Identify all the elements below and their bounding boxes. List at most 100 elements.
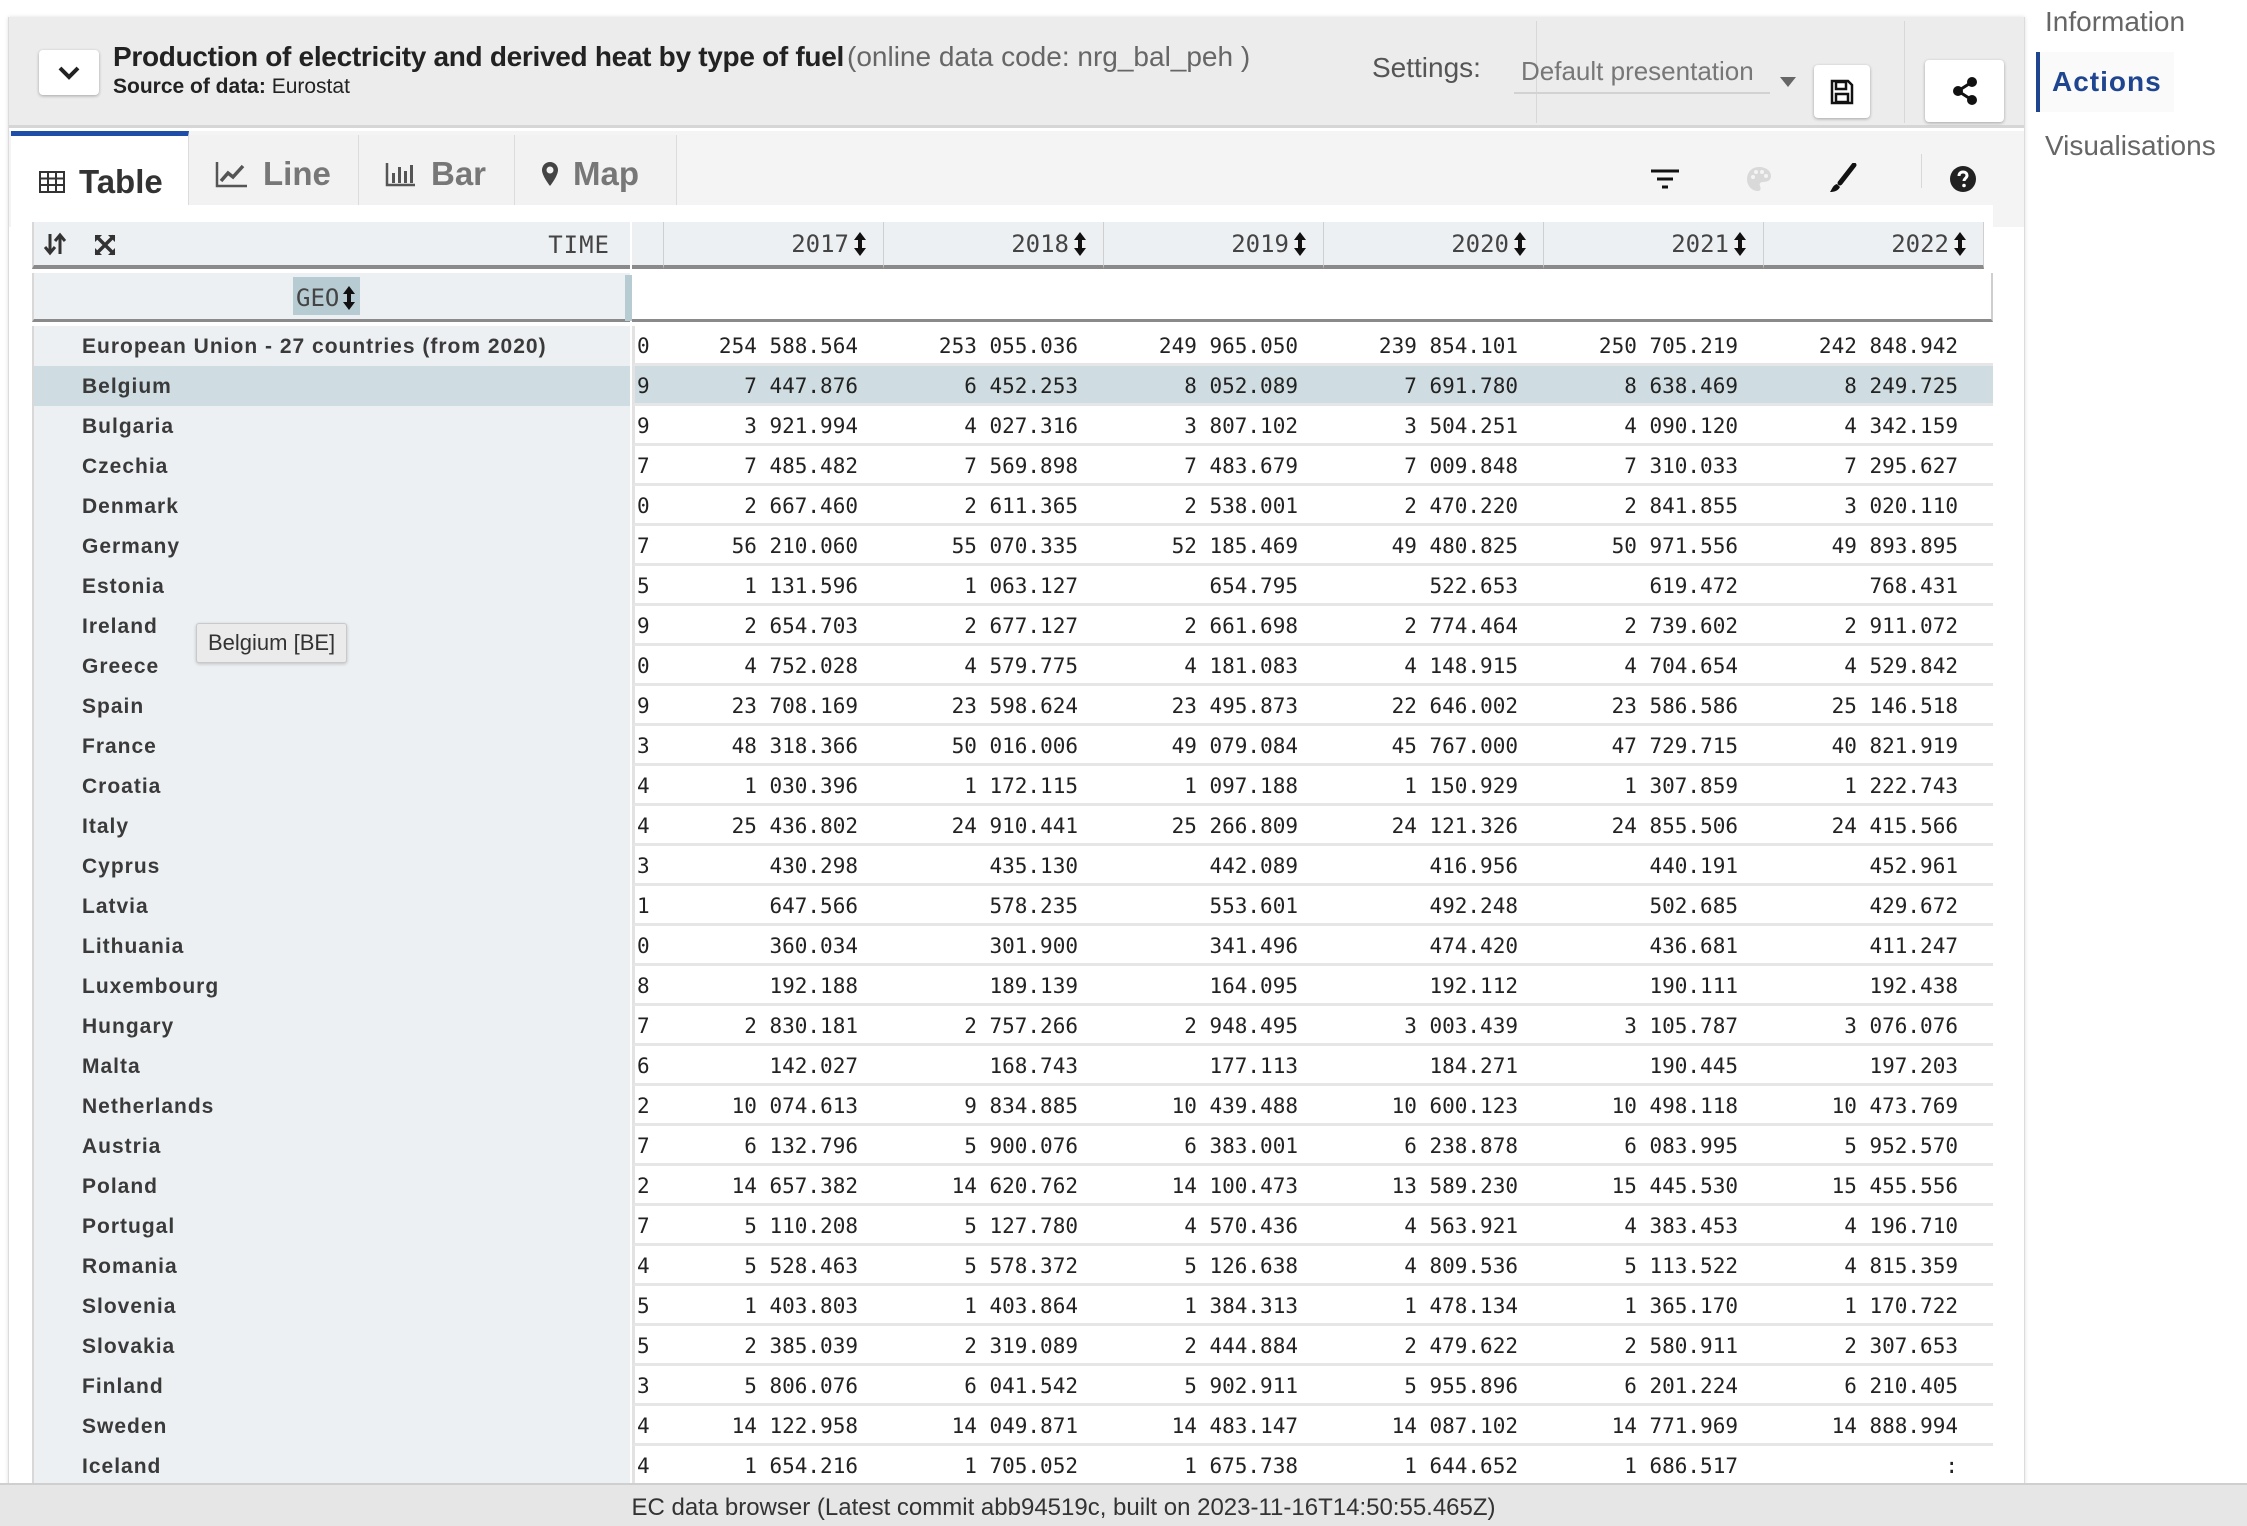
- column-header-year[interactable]: 2021: [1544, 222, 1764, 269]
- table-cell: 1 478.134: [1404, 1294, 1518, 1318]
- row-geo-label[interactable]: Belgium: [32, 366, 630, 406]
- table-row[interactable]: Luxembourg 8 192.188 189.139 164.095 192.112 1…: [32, 966, 1993, 1006]
- column-resize-handle[interactable]: [625, 275, 632, 321]
- row-geo-label[interactable]: Spain: [32, 686, 630, 726]
- row-geo-label[interactable]: Netherlands: [32, 1086, 630, 1126]
- collapse-button[interactable]: [39, 50, 99, 95]
- row-geo-label[interactable]: Finland: [32, 1366, 630, 1406]
- table-cell: 5 900.076: [964, 1134, 1078, 1158]
- partial-cell: 2: [632, 1086, 664, 1126]
- tab-line[interactable]: Line: [189, 135, 359, 213]
- table-row[interactable]: Portugal 7 5 110.208 5 127.780 4 570.436 4 56…: [32, 1206, 1993, 1246]
- table-row[interactable]: Finland 3 5 806.076 6 041.542 5 902.911 5 955…: [32, 1366, 1993, 1406]
- row-geo-label[interactable]: European Union - 27 countries (from 2020…: [32, 326, 630, 366]
- table-row[interactable]: Belgium 9 7 447.876 6 452.253 8 052.089 7 691…: [32, 366, 1993, 406]
- table-row[interactable]: Malta 6 142.027 168.743 177.113 184.271 190.44…: [32, 1046, 1993, 1086]
- table-cell: 3 807.102: [1184, 414, 1298, 438]
- table-row[interactable]: Austria 7 6 132.796 5 900.076 6 383.001 6 238…: [32, 1126, 1993, 1166]
- tab-label: Table: [79, 162, 163, 200]
- table-cell: 4 563.921: [1404, 1214, 1518, 1238]
- table-row[interactable]: Italy 4 25 436.802 24 910.441 25 266.809 24 1…: [32, 806, 1993, 846]
- table-cell: 9 834.885: [964, 1094, 1078, 1118]
- column-header-year[interactable]: 2020: [1324, 222, 1544, 269]
- row-geo-label[interactable]: Sweden: [32, 1406, 630, 1446]
- table-cell: 239 854.101: [1378, 334, 1518, 358]
- row-geo-label[interactable]: Slovenia: [32, 1286, 630, 1326]
- table-row[interactable]: Estonia 5 1 131.596 1 063.127 654.795 522.653…: [32, 566, 1993, 606]
- nav-actions[interactable]: Actions: [2036, 52, 2174, 112]
- table-row[interactable]: Lithuania 0 360.034 301.900 341.496 474.420 43…: [32, 926, 1993, 966]
- row-geo-label[interactable]: Romania: [32, 1246, 630, 1286]
- row-geo-label[interactable]: Czechia: [32, 446, 630, 486]
- row-geo-label[interactable]: Malta: [32, 1046, 630, 1086]
- row-geo-label[interactable]: Slovakia: [32, 1326, 630, 1366]
- settings-select[interactable]: Default presentation: [1514, 50, 1770, 94]
- row-geo-label[interactable]: Estonia: [32, 566, 630, 606]
- table-row[interactable]: Denmark 0 2 667.460 2 611.365 2 538.001 2 470…: [32, 486, 1993, 526]
- row-geo-label[interactable]: Austria: [32, 1126, 630, 1166]
- geo-sort-button[interactable]: GEO: [293, 277, 361, 315]
- table-cell: 2 667.460: [744, 494, 858, 518]
- table-cell: 578.235: [989, 894, 1078, 918]
- tab-bar[interactable]: Bar: [359, 135, 515, 213]
- table-row[interactable]: Netherlands 2 10 074.613 9 834.885 10 439.48…: [32, 1086, 1993, 1126]
- partial-cell: 4: [632, 1446, 664, 1486]
- row-geo-label[interactable]: Latvia: [32, 886, 630, 926]
- table-row[interactable]: Latvia 1 647.566 578.235 553.601 492.248 502.6…: [32, 886, 1993, 926]
- dropdown-arrow-icon[interactable]: [1780, 77, 1796, 87]
- row-geo-label[interactable]: France: [32, 726, 630, 766]
- table-cell: 522.653: [1429, 574, 1518, 598]
- table-row[interactable]: Bulgaria 9 3 921.994 4 027.316 3 807.102 3 50…: [32, 406, 1993, 446]
- table-cell: 197.203: [1869, 1054, 1958, 1078]
- table-row[interactable]: Poland 2 14 657.382 14 620.762 14 100.473 13 …: [32, 1166, 1993, 1206]
- row-geo-label[interactable]: Germany: [32, 526, 630, 566]
- table-row[interactable]: Cyprus 3 430.298 435.130 442.089 416.956 440.1…: [32, 846, 1993, 886]
- table-row[interactable]: Slovakia 5 2 385.039 2 319.089 2 444.884 2 47…: [32, 1326, 1993, 1366]
- row-geo-label[interactable]: Italy: [32, 806, 630, 846]
- table-row[interactable]: Romania 4 5 528.463 5 578.372 5 126.638 4 809…: [32, 1246, 1993, 1286]
- row-geo-label[interactable]: Bulgaria: [32, 406, 630, 446]
- table-cell: 1 403.864: [964, 1294, 1078, 1318]
- swap-axes-button[interactable]: [43, 232, 67, 261]
- tab-map[interactable]: Map: [515, 135, 677, 213]
- help-button[interactable]: [1945, 161, 1981, 197]
- row-geo-label[interactable]: Croatia: [32, 766, 630, 806]
- table-cell: 23 586.586: [1611, 694, 1738, 718]
- expand-button[interactable]: [94, 234, 116, 261]
- row-geo-label[interactable]: Cyprus: [32, 846, 630, 886]
- share-button[interactable]: [1925, 60, 2004, 122]
- partial-cell: 7: [632, 1126, 664, 1166]
- row-geo-label[interactable]: Lithuania: [32, 926, 630, 966]
- nav-visualisations[interactable]: Visualisations: [2045, 130, 2216, 162]
- row-geo-label[interactable]: Poland: [32, 1166, 630, 1206]
- style-button[interactable]: [1824, 161, 1860, 197]
- row-geo-label[interactable]: Hungary: [32, 1006, 630, 1046]
- column-header-year[interactable]: 2019: [1104, 222, 1324, 269]
- column-header-year[interactable]: 2018: [884, 222, 1104, 269]
- row-cells: 6 132.796 5 900.076 6 383.001 6 238.878 6 08…: [664, 1126, 1993, 1166]
- row-geo-label[interactable]: Denmark: [32, 486, 630, 526]
- column-header-label: 2021: [1671, 229, 1729, 258]
- table-row[interactable]: Germany 7 56 210.060 55 070.335 52 185.469 49…: [32, 526, 1993, 566]
- nav-information[interactable]: Information: [2045, 6, 2185, 38]
- table-row[interactable]: Sweden 4 14 122.958 14 049.871 14 483.147 14 …: [32, 1406, 1993, 1446]
- partial-cell: 7: [632, 1206, 664, 1246]
- table-cell: 7 569.898: [964, 454, 1078, 478]
- table-row[interactable]: Croatia 4 1 030.396 1 172.115 1 097.188 1 150…: [32, 766, 1993, 806]
- table-row[interactable]: France 3 48 318.366 50 016.006 49 079.084 45 …: [32, 726, 1993, 766]
- table-row[interactable]: Slovenia 5 1 403.803 1 403.864 1 384.313 1 47…: [32, 1286, 1993, 1326]
- table-row[interactable]: Iceland 4 1 654.216 1 705.052 1 675.738 1 644…: [32, 1446, 1993, 1486]
- save-settings-button[interactable]: [1814, 65, 1870, 118]
- row-geo-label[interactable]: Iceland: [32, 1446, 630, 1486]
- table-row[interactable]: Hungary 7 2 830.181 2 757.266 2 948.495 3 003…: [32, 1006, 1993, 1046]
- filter-button[interactable]: [1647, 161, 1683, 197]
- column-header-year[interactable]: 2017: [664, 222, 884, 269]
- table-row[interactable]: Czechia 7 7 485.482 7 569.898 7 483.679 7 009…: [32, 446, 1993, 486]
- column-header-year[interactable]: 2022: [1764, 222, 1984, 269]
- table-cell: 10 074.613: [731, 1094, 858, 1118]
- table-row[interactable]: European Union - 27 countries (from 2020…: [32, 326, 1993, 366]
- table-cell: 647.566: [769, 894, 858, 918]
- row-geo-label[interactable]: Portugal: [32, 1206, 630, 1246]
- row-geo-label[interactable]: Luxembourg: [32, 966, 630, 1006]
- table-row[interactable]: Spain 9 23 708.169 23 598.624 23 495.873 22 6…: [32, 686, 1993, 726]
